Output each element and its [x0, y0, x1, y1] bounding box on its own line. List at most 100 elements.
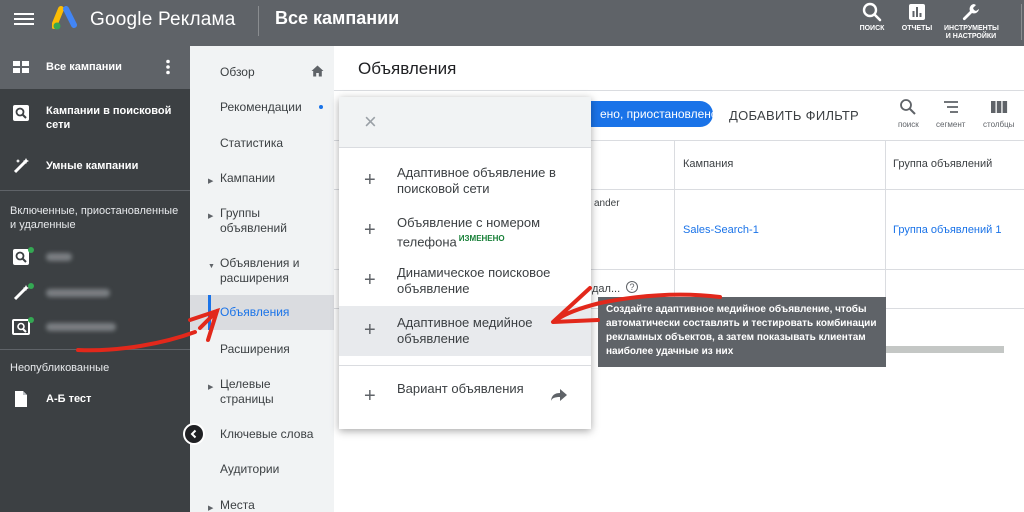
search-button[interactable]: поиск: [858, 0, 886, 46]
campaign-link[interactable]: Sales-Search-1: [683, 224, 759, 236]
nav-item-label: Кампании: [220, 171, 276, 185]
nav-item-ad-groups[interactable]: ▶ Группы объявлений: [190, 206, 334, 236]
reports-icon: [909, 4, 925, 20]
sidebar-item-campaign-blurred-3[interactable]: [0, 314, 190, 340]
status-enabled-dot: [28, 247, 34, 253]
nav-item-ads-and-extensions[interactable]: ▼ Объявления и расширения: [190, 256, 334, 286]
sidebar-divider: [0, 349, 190, 350]
topbar-divider: [258, 6, 259, 36]
nav-item-label: Расширения: [220, 342, 290, 356]
column-header-ad-group[interactable]: Группа объявлений: [893, 158, 992, 170]
nav-item-audiences[interactable]: Аудитории: [190, 462, 334, 478]
caret-right-icon: ▶: [208, 505, 214, 512]
sidebar-section-unpublished: Неопубликованные: [10, 362, 110, 374]
sidebar-item-search-campaigns[interactable]: Кампании в поисковой сети: [0, 96, 190, 140]
home-icon: [311, 65, 324, 77]
menu-item-call-ad[interactable]: + Объявление с номером телефона ИЗМЕНЕНО: [339, 211, 591, 261]
menu-icon[interactable]: [14, 11, 34, 27]
nav-item-label: Целевые страницы: [220, 377, 274, 406]
nav-item-extensions[interactable]: Расширения: [190, 342, 334, 358]
menu-item-dynamic-search-ad[interactable]: + Динамическое поисковое объявление: [339, 261, 591, 311]
ad-text-partial: ander: [594, 198, 620, 209]
reports-button[interactable]: отчеты: [899, 0, 935, 46]
status-filter-chip[interactable]: ено, приостановлено: [586, 101, 713, 127]
grid-icon: [13, 61, 29, 73]
menu-item-label: Адаптивное объявление в поисковой сети: [397, 165, 556, 196]
chevron-left-icon: [190, 429, 197, 439]
sidebar-item-smart-campaigns[interactable]: Умные кампании: [0, 150, 190, 182]
sidebar-item-label: Все кампании: [46, 61, 122, 73]
changed-badge: ИЗМЕНЕНО: [458, 234, 505, 243]
nav-item-label: Аудитории: [220, 462, 280, 476]
collapse-sidebar-button[interactable]: [183, 423, 205, 445]
sidebar-section-enabled: Включенные, приостановленные и удаленные: [10, 205, 179, 231]
column-divider: [674, 140, 675, 308]
ad-text-partial: дал...: [592, 283, 621, 295]
nav-item-label: Объявления и расширения: [220, 256, 300, 285]
sidebar-item-campaign-blurred-1[interactable]: [0, 244, 190, 270]
status-enabled-dot: [28, 317, 34, 323]
menu-item-responsive-display-ad[interactable]: + Адаптивное медийное объявление: [339, 306, 591, 356]
nav-item-ads[interactable]: Объявления: [190, 295, 334, 330]
tools-button[interactable]: инструменты и настройки: [944, 0, 999, 46]
menu-divider: [339, 365, 591, 366]
columns-button[interactable]: столбцы: [983, 98, 1014, 129]
share-arrow-icon: [551, 389, 567, 401]
nav-item-label: Статистика: [220, 136, 284, 150]
google-ads-logo-icon: [52, 6, 77, 30]
plus-icon: +: [364, 219, 376, 241]
search-icon: [862, 2, 882, 22]
page-heading: Все кампании: [275, 8, 400, 28]
nav-item-landing-pages[interactable]: ▶ Целевые страницы: [190, 377, 334, 407]
menu-item-ad-variation[interactable]: + Вариант объявления: [339, 373, 591, 423]
more-vert-icon[interactable]: [165, 59, 171, 75]
table-search-button[interactable]: поиск: [898, 98, 919, 129]
nav-item-keywords[interactable]: Ключевые слова: [190, 427, 334, 443]
caret-right-icon: ▶: [208, 384, 214, 391]
new-ad-type-menu: × + Адаптивное объявление в поисковой се…: [339, 97, 591, 429]
search-button-label: поиск: [859, 25, 885, 32]
close-icon[interactable]: ×: [364, 111, 377, 133]
plus-icon: +: [364, 169, 376, 191]
nav-item-label: Группы объявлений: [220, 206, 287, 235]
sidebar-item-campaign-blurred-2[interactable]: [0, 280, 190, 306]
page-title: Объявления: [358, 59, 457, 78]
nav-item-statistics[interactable]: Статистика: [190, 136, 334, 152]
draft-icon: [15, 391, 27, 407]
menu-header: ×: [339, 97, 591, 147]
columns-icon: [990, 101, 1007, 113]
nav-item-label: Обзор: [220, 65, 255, 79]
plus-icon: +: [364, 385, 376, 407]
sidebar-item-label: А-Б тест: [46, 393, 92, 405]
sidebar-item-draft[interactable]: А-Б тест: [0, 386, 190, 412]
add-filter-button[interactable]: ДОБАВИТЬ ФИЛЬТР: [729, 108, 859, 123]
nav-item-label: Ключевые слова: [220, 427, 314, 441]
smart-campaign-icon: [13, 158, 29, 174]
reports-button-label: отчеты: [901, 25, 933, 32]
nav-item-label: Места: [220, 498, 255, 512]
blurred-campaign-name: [46, 253, 72, 261]
notification-dot: [319, 105, 323, 109]
brand-name: Google Реклама: [90, 9, 236, 30]
nav-item-overview[interactable]: Обзор: [190, 65, 334, 81]
column-header-campaign[interactable]: Кампания: [683, 158, 733, 170]
sidebar-item-all-campaigns[interactable]: Все кампании: [0, 46, 190, 88]
tool-label: поиск: [898, 120, 919, 129]
status-enabled-dot: [28, 283, 34, 289]
tools-button-label: инструменты и настройки: [944, 25, 999, 40]
nav-item-label: Рекомендации: [220, 100, 302, 114]
nav-item-campaigns[interactable]: ▶ Кампании: [190, 171, 334, 187]
column-divider: [885, 140, 886, 308]
nav-item-recommendations[interactable]: Рекомендации: [190, 100, 334, 116]
menu-item-responsive-search-ad[interactable]: + Адаптивное объявление в поисковой сети: [339, 161, 591, 211]
segment-button[interactable]: сегмент: [936, 98, 965, 129]
caret-right-icon: ▶: [208, 178, 214, 185]
topbar-separator: [1021, 4, 1022, 40]
active-indicator: [208, 295, 211, 330]
ad-group-link[interactable]: Группа объявлений 1: [893, 224, 1001, 236]
menu-item-label: Адаптивное медийное объявление: [397, 315, 533, 346]
nav-item-placements[interactable]: ▶ Места: [190, 498, 334, 512]
help-icon[interactable]: ?: [626, 281, 638, 293]
blurred-campaign-name: [46, 289, 110, 297]
caret-right-icon: ▶: [208, 213, 214, 220]
